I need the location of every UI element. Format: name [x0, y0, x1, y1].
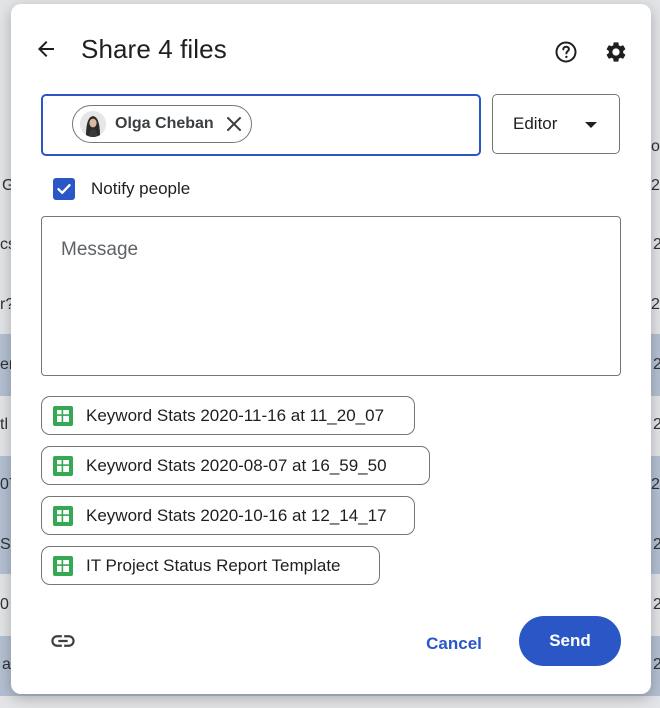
help-icon [555, 41, 577, 63]
link-icon [51, 635, 75, 647]
file-chip[interactable]: Keyword Stats 2020-08-07 at 16_59_50 [41, 446, 430, 485]
bg-row-text: 2 [653, 416, 660, 433]
google-sheets-icon [53, 455, 73, 476]
bg-row-text: o [651, 138, 660, 155]
recipient-name: Olga Cheban [115, 115, 214, 132]
role-select[interactable]: Editor [492, 94, 620, 154]
bg-row-text: 20 [651, 177, 660, 194]
close-icon [227, 117, 241, 131]
bg-row-text: 20 [651, 296, 660, 313]
bg-row-text: a [2, 656, 11, 673]
file-chip[interactable]: IT Project Status Report Template [41, 546, 380, 585]
file-chip[interactable]: Keyword Stats 2020-10-16 at 12_14_17 [41, 496, 415, 535]
bg-row-text: 0 [0, 596, 9, 613]
help-button[interactable] [548, 34, 584, 70]
bg-row-text: 2 [653, 656, 660, 673]
bg-row-text: 2 [653, 236, 660, 253]
bg-row-text: S [0, 536, 11, 553]
avatar [80, 111, 106, 137]
send-button[interactable]: Send [519, 616, 621, 666]
google-sheets-icon [53, 555, 73, 576]
bg-row-text: tl [0, 416, 8, 433]
file-name: IT Project Status Report Template [86, 555, 341, 575]
google-sheets-icon [53, 505, 73, 526]
dialog-title: Share 4 files [81, 34, 227, 64]
checkmark-icon [57, 184, 71, 194]
role-label: Editor [513, 114, 558, 133]
file-name: Keyword Stats 2020-08-07 at 16_59_50 [86, 455, 387, 475]
notify-people-checkbox[interactable] [53, 178, 75, 200]
remove-recipient-button[interactable] [224, 114, 244, 134]
file-name: Keyword Stats 2020-11-16 at 11_20_07 [86, 405, 385, 425]
bg-row-text: 2 [653, 536, 660, 553]
message-field[interactable] [41, 216, 621, 376]
bg-row-text: 20 [651, 476, 660, 493]
recipient-chip[interactable]: Olga Cheban [72, 105, 252, 143]
notify-people-label: Notify people [91, 179, 191, 198]
arrow-back-icon [38, 41, 54, 57]
gear-icon [606, 42, 626, 62]
bg-row-text: 2 [653, 356, 660, 373]
caret-down-icon [585, 122, 597, 128]
bg-row-text: 2 [653, 596, 660, 613]
google-sheets-icon [53, 405, 73, 426]
file-name: Keyword Stats 2020-10-16 at 12_14_17 [86, 505, 387, 525]
cancel-button[interactable]: Cancel [408, 620, 500, 668]
back-button[interactable] [28, 31, 64, 67]
recipients-input[interactable]: Olga Cheban [41, 94, 481, 156]
settings-button[interactable] [598, 34, 634, 70]
copy-link-button[interactable] [45, 623, 81, 659]
file-chip[interactable]: Keyword Stats 2020-11-16 at 11_20_07 [41, 396, 415, 435]
share-dialog: Share 4 files Olga Cheban Editor Notify … [11, 4, 651, 694]
